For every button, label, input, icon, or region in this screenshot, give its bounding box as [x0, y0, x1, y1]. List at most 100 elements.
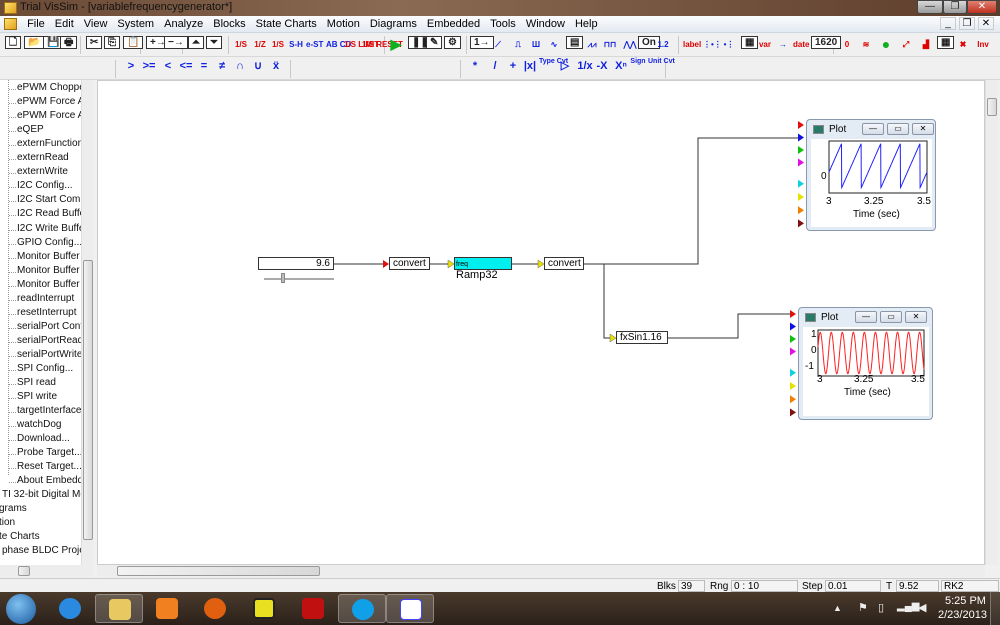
clock-time[interactable]: 5:25 PM	[945, 595, 986, 607]
ramp32-block[interactable]: freq Ramp32	[454, 257, 512, 281]
doc-close-button[interactable]: ✕	[978, 17, 994, 30]
plot2-maximize-button[interactable]: ▭	[880, 311, 902, 323]
continue-icon[interactable]: ⚙	[444, 36, 461, 49]
new-icon[interactable]: 🗋	[5, 36, 22, 49]
plot2-input-port[interactable]	[790, 395, 796, 404]
taskbar-media-player[interactable]	[143, 594, 191, 623]
plot2-input-port[interactable]	[790, 310, 796, 318]
add-icon[interactable]: +	[505, 58, 521, 75]
tree-item[interactable]: externWrite	[17, 166, 68, 177]
triangle-wave-icon[interactable]: ⋀⋀	[622, 36, 638, 53]
greater-than-icon[interactable]: >	[123, 58, 139, 75]
copy-icon[interactable]: ⎘	[104, 36, 120, 49]
taskbar-skype[interactable]	[338, 594, 386, 623]
tree-item[interactable]: Monitor Buffer	[17, 251, 80, 262]
equal-icon[interactable]: =	[196, 58, 212, 75]
tree-item[interactable]: About Embedd	[17, 475, 83, 486]
tree-item[interactable]: Download...	[17, 433, 70, 444]
tree-root-item[interactable]: phase BLDC Proje	[2, 545, 85, 556]
menu-edit[interactable]: Edit	[50, 16, 79, 30]
tree-item[interactable]: serialPortWrite	[17, 349, 82, 360]
transfer-function-icon[interactable]: 1/S	[270, 36, 286, 53]
tree-horizontal-scrollbar[interactable]	[0, 565, 93, 577]
limit-icon[interactable]: ▷	[557, 58, 573, 75]
plot1-input-port[interactable]	[798, 133, 804, 142]
plot1-input-port[interactable]	[798, 158, 804, 167]
canvas-hscroll-thumb[interactable]	[117, 566, 320, 576]
tree-hscroll-thumb[interactable]	[18, 566, 30, 576]
tree-item[interactable]: Monitor Buffer	[17, 279, 80, 290]
taskbar-acrobat[interactable]	[289, 594, 337, 623]
grid-icon[interactable]: ▦	[741, 36, 759, 49]
menu-tools[interactable]: Tools	[485, 16, 521, 30]
integrator-icon[interactable]: 1/S	[233, 36, 249, 53]
pulse-train-icon[interactable]: Ш	[528, 36, 544, 53]
tree-item[interactable]: watchDog	[17, 419, 61, 430]
slider-value-field[interactable]: 9.6	[258, 257, 334, 270]
doc-minimize-button[interactable]: _	[940, 17, 956, 30]
plot2-input-port[interactable]	[790, 335, 796, 343]
tree-item[interactable]: ePWM Force A	[17, 96, 84, 107]
multiply-icon[interactable]: *	[467, 58, 483, 75]
taskbar-firefox[interactable]	[191, 594, 239, 623]
plot2-input-port[interactable]	[790, 322, 796, 331]
plot2-input-port[interactable]	[790, 368, 796, 377]
plot1-maximize-button[interactable]: ▭	[887, 123, 909, 135]
bus-merge-icon[interactable]: •⋮	[721, 36, 737, 53]
minimize-button[interactable]: —	[917, 0, 943, 14]
tree-item[interactable]: GPIO Config...	[17, 237, 82, 248]
plot1-input-port[interactable]	[798, 193, 804, 201]
canvas-vscroll-thumb[interactable]	[987, 98, 997, 116]
xy-plot-icon[interactable]: ⤢	[898, 36, 914, 53]
tree-item[interactable]: Probe Target...	[17, 447, 82, 458]
convert-block-2[interactable]: convert	[544, 257, 584, 270]
menu-system[interactable]: System	[112, 16, 159, 30]
light-icon[interactable]: ●	[878, 36, 894, 53]
tree-item[interactable]: SPI read	[17, 377, 56, 388]
stop-icon[interactable]: ✖	[955, 36, 971, 53]
tree-item[interactable]: serialPortRead	[17, 335, 83, 346]
menu-blocks[interactable]: Blocks	[208, 16, 250, 30]
convert-block-1[interactable]: convert	[389, 257, 430, 270]
not-equal-icon[interactable]: ≠	[214, 58, 230, 75]
tree-item[interactable]: ePWM Force A	[17, 110, 84, 121]
fxsin-block[interactable]: fxSin1.16	[616, 331, 668, 344]
menu-view[interactable]: View	[79, 16, 113, 30]
and-icon[interactable]: ∩	[232, 58, 248, 75]
menu-diagrams[interactable]: Diagrams	[365, 16, 422, 30]
plot2-input-port[interactable]	[790, 347, 796, 356]
tree-root-item[interactable]: TI 32-bit Digital Mo	[2, 489, 86, 500]
step-source-icon[interactable]: ⎍	[510, 36, 526, 53]
ramp-icon[interactable]: ⟋	[490, 36, 506, 53]
export-icon[interactable]: Inv	[975, 36, 991, 53]
menu-window[interactable]: Window	[521, 16, 570, 30]
go-down-icon[interactable]: ⏷	[206, 36, 222, 49]
tree-item[interactable]: I2C Read Buffer	[17, 208, 89, 219]
plot1-input-port[interactable]	[798, 206, 804, 215]
plot1-input-port[interactable]	[798, 121, 804, 129]
unit-delay-icon[interactable]: 1/Z	[252, 36, 268, 53]
plot2-close-button[interactable]: ✕	[905, 311, 927, 323]
tree-item[interactable]: I2C Start Comn	[17, 194, 86, 205]
taskbar-labview[interactable]	[240, 594, 288, 623]
sawtooth-icon[interactable]: ⩘⩘	[584, 36, 600, 53]
tree-item[interactable]: I2C Config...	[17, 180, 73, 191]
diagram-canvas[interactable]: 9.6 convert freq Ramp32 convert fxSin1.1…	[97, 80, 985, 565]
plot1-minimize-button[interactable]: —	[862, 123, 884, 135]
plot-window-2[interactable]: Plot — ▭ ✕ 1 0 -1 3 3.25 3.5 Time (sec)	[798, 307, 933, 420]
menu-file[interactable]: File	[22, 16, 50, 30]
greater-equal-icon[interactable]: >=	[141, 58, 157, 75]
tree-root-item[interactable]: grams	[0, 503, 27, 514]
time-delay-icon[interactable]: e-ST	[306, 36, 323, 53]
stripchart-icon[interactable]: ▦	[937, 36, 955, 49]
open-icon[interactable]: 📂	[24, 36, 45, 49]
square-wave-icon[interactable]: ⊓⊓	[602, 36, 618, 53]
unit-convert-icon[interactable]: Unit Cvt	[648, 58, 675, 75]
or-icon[interactable]: ∪	[250, 58, 266, 75]
maximize-button[interactable]: ❐	[943, 0, 967, 14]
canvas-horizontal-scrollbar[interactable]	[97, 565, 985, 577]
tree-root-item[interactable]: tion	[0, 517, 15, 528]
plot1-input-port[interactable]	[798, 219, 804, 228]
power-icon[interactable]: Xⁿ	[613, 58, 629, 75]
step-icon[interactable]: ✎	[426, 36, 443, 49]
